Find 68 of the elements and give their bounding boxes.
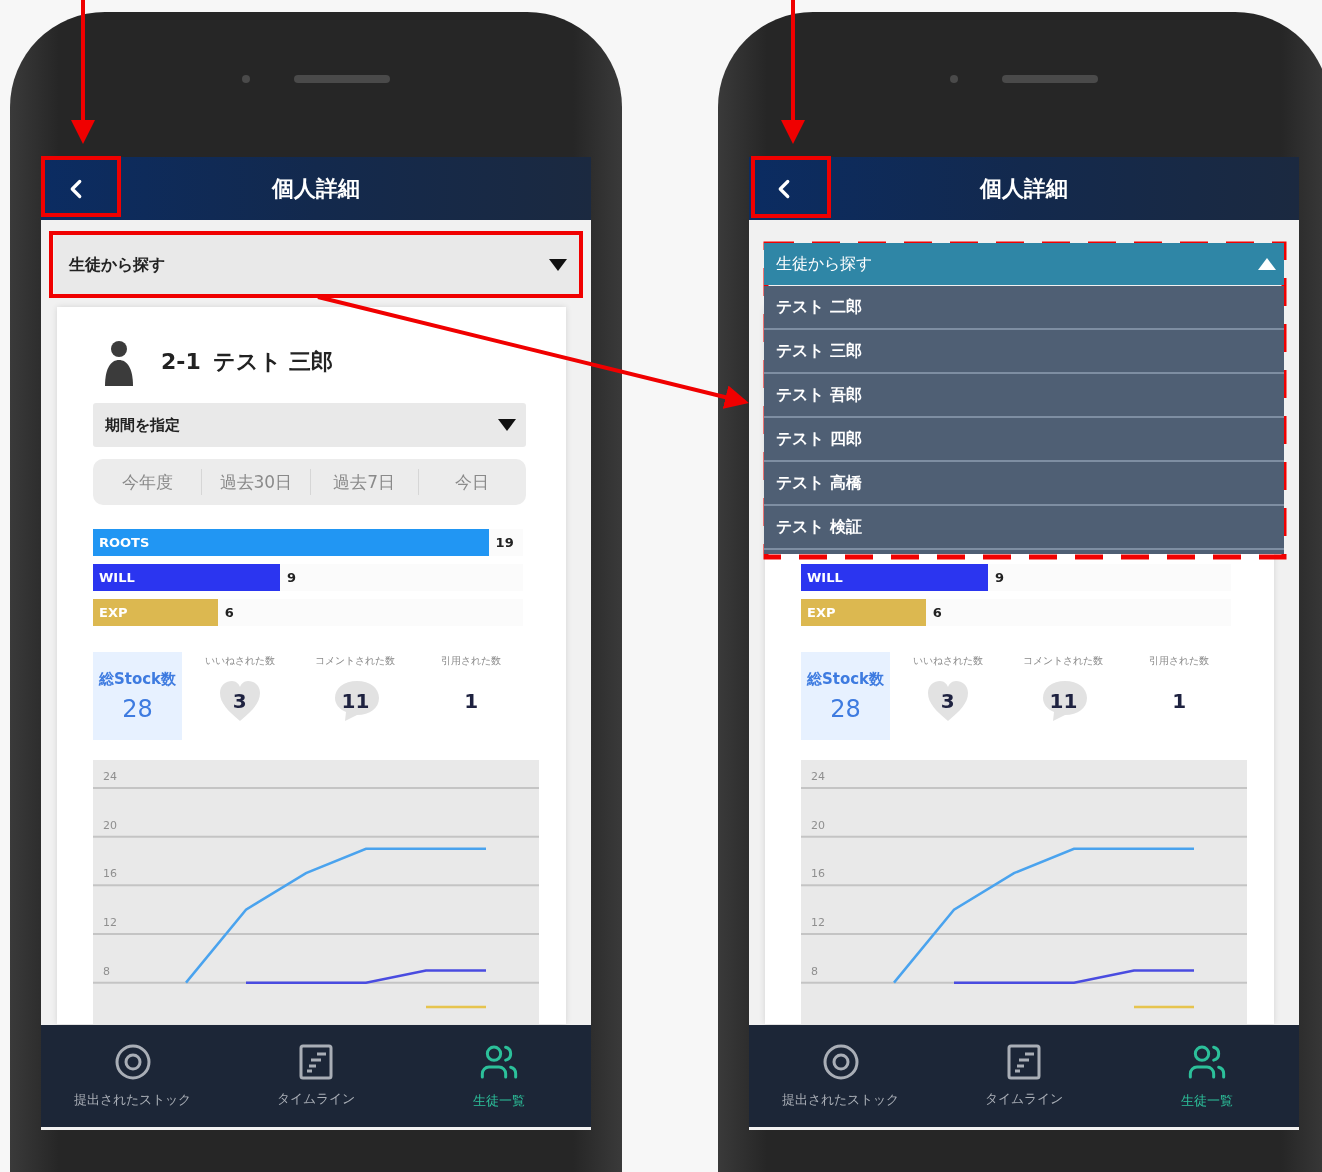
axis-tick-label: 20 <box>103 818 117 832</box>
score-bar: WILL <box>93 564 281 591</box>
heart-icon <box>217 679 262 723</box>
speech-bubble-icon <box>333 679 382 723</box>
stat-label: いいねされた数 <box>204 654 275 668</box>
camera-dot <box>950 74 958 83</box>
stat-value: 11 <box>341 689 370 713</box>
stat-label: 総Stock数 <box>806 669 885 689</box>
stat-label: コメントされた数 <box>315 654 396 668</box>
class-label: 2-1 <box>161 349 201 374</box>
nav-tab[interactable]: 生徒一覧 <box>1115 1025 1299 1127</box>
axis-tick-label: 24 <box>811 770 825 783</box>
camera-dot <box>242 74 250 83</box>
period-select[interactable]: 期間を指定 <box>93 403 526 447</box>
dropdown-caret-icon <box>498 419 516 431</box>
stat-label: 引用された数 <box>441 654 502 668</box>
dropdown-option[interactable]: テスト 検証 <box>764 506 1284 550</box>
score-bar: WILL <box>801 564 989 591</box>
axis-tick-label: 20 <box>811 818 825 832</box>
axis-tick-label: 8 <box>811 964 818 978</box>
screen-title: 個人詳細 <box>980 174 1068 203</box>
heart-icon <box>925 679 970 723</box>
screen-title: 個人詳細 <box>272 174 360 203</box>
dropdown-option[interactable]: テスト 高橋 <box>764 462 1284 506</box>
dropdown-caret-icon <box>1258 258 1276 270</box>
timeline-icon <box>1007 1044 1041 1080</box>
nav-tab[interactable]: 生徒一覧 <box>407 1025 591 1127</box>
student-name: テスト 三郎 <box>212 349 334 374</box>
stat-label: コメントされた数 <box>1023 654 1104 668</box>
nav-tab[interactable]: 提出されたストック <box>41 1025 225 1127</box>
dropdown-option[interactable]: テスト 吾郎 <box>764 374 1284 418</box>
dropdown-option[interactable]: テスト 三郎 <box>764 330 1284 374</box>
stat-label: 引用された数 <box>1149 654 1210 668</box>
target-icon <box>113 1043 152 1081</box>
nav-tab[interactable]: 提出されたストック <box>749 1025 933 1127</box>
score-value: 6 <box>932 605 942 620</box>
stat-value: 28 <box>122 694 153 723</box>
stat-value: 1 <box>464 689 479 713</box>
nav-tab[interactable]: タイムライン <box>224 1025 408 1127</box>
axis-tick-label: 16 <box>811 867 825 881</box>
dropdown-caret-icon <box>549 259 567 271</box>
stat-value: 11 <box>1049 689 1078 713</box>
nav-tab[interactable]: タイムライン <box>932 1025 1116 1127</box>
stat-value: 1 <box>1172 689 1187 713</box>
score-bar: EXP <box>801 599 926 626</box>
speech-bubble-icon <box>1041 679 1090 723</box>
axis-tick-label: 12 <box>811 915 825 929</box>
score-value: 9 <box>287 570 297 585</box>
score-value: 6 <box>224 605 234 620</box>
stat-label: 総Stock数 <box>98 669 177 689</box>
axis-tick-label: 12 <box>103 915 117 929</box>
score-value: 9 <box>995 570 1005 585</box>
score-bar: ROOTS <box>93 529 489 556</box>
target-icon <box>821 1043 860 1081</box>
stat-value: 3 <box>232 689 247 713</box>
timeline-icon <box>299 1044 333 1080</box>
stat-value: 3 <box>940 689 955 713</box>
student-select[interactable]: 生徒から探す <box>764 243 1284 285</box>
stat-value: 28 <box>830 694 861 723</box>
score-bar: EXP <box>93 599 218 626</box>
stat-label: いいねされた数 <box>912 654 983 668</box>
student-select[interactable]: 生徒から探す <box>54 235 581 295</box>
dropdown-option[interactable]: テスト 四郎 <box>764 418 1284 462</box>
axis-tick-label: 8 <box>103 964 110 978</box>
dropdown-option[interactable]: テスト 二郎 <box>764 286 1284 330</box>
score-value: 19 <box>495 535 514 550</box>
axis-tick-label: 16 <box>103 867 117 881</box>
axis-tick-label: 24 <box>103 770 117 783</box>
